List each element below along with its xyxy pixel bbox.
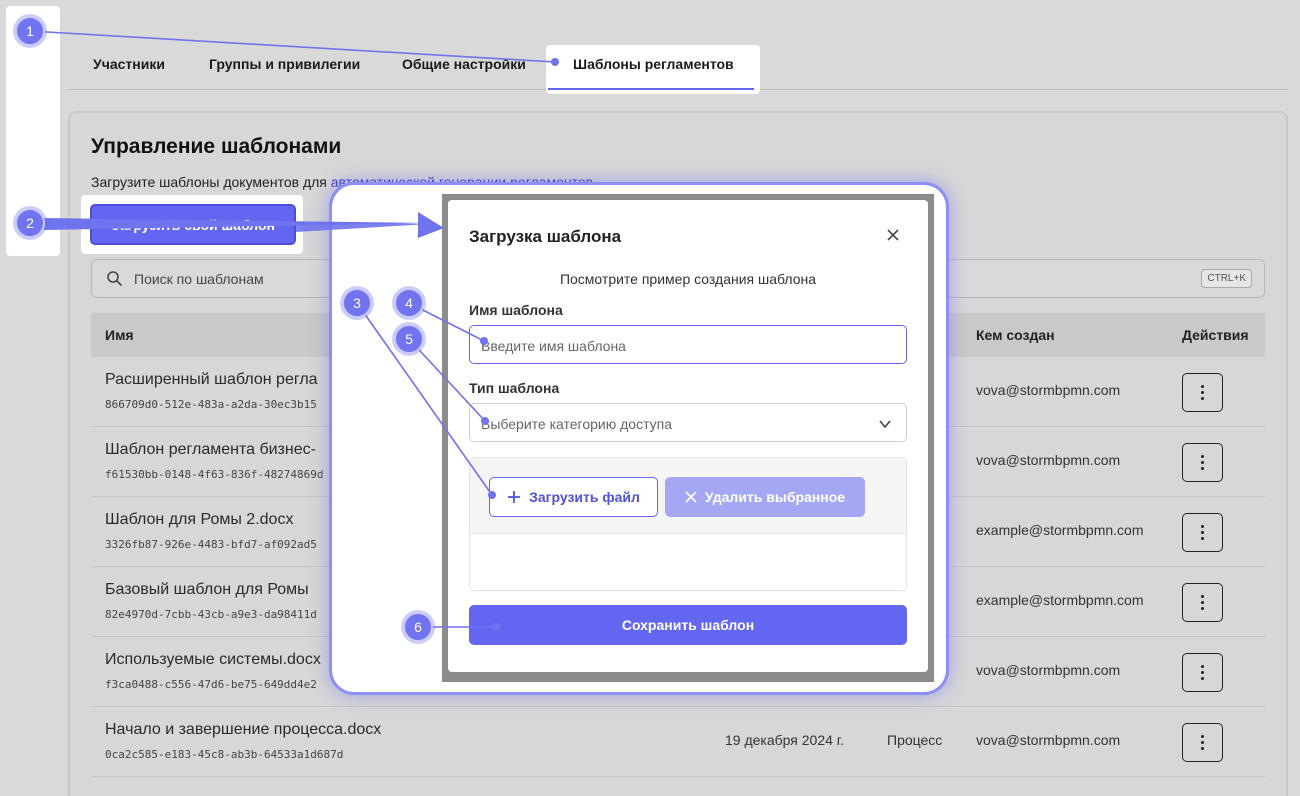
template-id: 0ca2c585-e183-45c8-ab3b-64533a1d687d xyxy=(105,748,344,761)
row-actions-button[interactable] xyxy=(1182,723,1223,762)
column-header-name[interactable]: Имя xyxy=(105,327,134,343)
column-header-author[interactable]: Кем создан xyxy=(976,327,1055,343)
template-author: vova@stormbpmn.com xyxy=(976,732,1121,748)
more-vertical-icon xyxy=(1201,595,1204,610)
search-icon xyxy=(107,271,122,286)
row-actions-button[interactable] xyxy=(1182,653,1223,692)
callout-marker: 5 xyxy=(394,324,424,354)
delete-selected-button[interactable]: Удалить выбранное xyxy=(665,477,865,517)
upload-template-button[interactable]: Загрузить свой шаблон xyxy=(90,204,296,245)
callout-marker: 4 xyxy=(394,288,424,318)
template-name: Расширенный шаблон регла xyxy=(105,371,318,388)
shortcut-badge: CTRL+K xyxy=(1201,269,1252,288)
template-name: Базовый шаблон для Ромы xyxy=(105,581,309,598)
row-actions-button[interactable] xyxy=(1182,443,1223,482)
chevron-down-icon xyxy=(879,420,891,429)
page-title: Управление шаблонами xyxy=(91,135,342,158)
callout-marker: 6 xyxy=(403,612,433,642)
callout-marker: 3 xyxy=(342,288,372,318)
template-id: 3326fb87-926e-4483-bfd7-af092ad5 xyxy=(105,538,317,551)
template-name-label: Имя шаблона xyxy=(469,302,563,318)
template-id: 866709d0-512e-483a-a2da-30ec3b15 xyxy=(105,398,317,411)
template-author: example@stormbpmn.com xyxy=(976,592,1144,608)
delete-selected-label: Удалить выбранное xyxy=(704,489,846,505)
template-name: Шаблон для Ромы 2.docx xyxy=(105,511,294,528)
template-name: Шаблон регламента бизнес- xyxy=(105,441,316,458)
close-icon[interactable] xyxy=(885,227,901,243)
template-author: vova@stormbpmn.com xyxy=(976,662,1121,678)
tab-participants[interactable]: Участники xyxy=(93,56,165,72)
column-header-actions: Действия xyxy=(1182,327,1249,343)
row-actions-button[interactable] xyxy=(1182,373,1223,412)
upload-file-button[interactable]: Загрузить файл xyxy=(489,477,658,517)
upload-toolbar: Загрузить файл Удалить выбранное xyxy=(470,458,906,534)
row-actions-button[interactable] xyxy=(1182,583,1223,622)
save-template-button[interactable]: Сохранить шаблон xyxy=(469,605,907,645)
template-id: 82e4970d-7cbb-43cb-a9e3-da98411d xyxy=(105,608,317,621)
template-author: vova@stormbpmn.com xyxy=(976,382,1121,398)
template-id: f3ca0488-c556-47d6-be75-649dd4e2 xyxy=(105,678,317,691)
template-id: f61530bb-0148-4f63-836f-48274869d xyxy=(105,468,324,481)
search-placeholder: Поиск по шаблонам xyxy=(134,271,264,287)
template-author: vova@stormbpmn.com xyxy=(976,452,1121,468)
example-link[interactable]: Посмотрите пример создания шаблона xyxy=(448,271,928,287)
upload-template-modal: Загрузка шаблона Посмотрите пример созда… xyxy=(448,200,928,672)
row-actions-button[interactable] xyxy=(1182,513,1223,552)
upload-file-label: Загрузить файл xyxy=(529,489,640,505)
file-upload-area: Загрузить файл Удалить выбранное xyxy=(469,457,907,591)
template-type-label: Тип шаблона xyxy=(469,380,560,396)
table-row[interactable]: Начало и завершение процесса.docx 0ca2c58… xyxy=(91,707,1265,777)
modal-title: Загрузка шаблона xyxy=(469,227,622,246)
tab-groups-privileges[interactable]: Группы и привилегии xyxy=(209,56,360,72)
callout-marker: 2 xyxy=(15,208,45,238)
template-name: Используемые системы.docx xyxy=(105,651,321,668)
subtitle-text: Загрузите шаблоны документов для xyxy=(91,174,331,190)
template-name: Начало и завершение процесса.docx xyxy=(105,721,382,738)
template-type: Процесс xyxy=(887,732,943,748)
more-vertical-icon xyxy=(1201,665,1204,680)
callout-marker: 1 xyxy=(15,16,45,46)
tab-active-indicator xyxy=(548,88,754,90)
plus-icon xyxy=(508,491,521,503)
template-author: example@stormbpmn.com xyxy=(976,522,1144,538)
tab-regulation-templates[interactable]: Шаблоны регламентов xyxy=(573,56,734,72)
more-vertical-icon xyxy=(1201,735,1204,750)
close-icon xyxy=(685,491,697,503)
template-type-placeholder: Выберите категорию доступа xyxy=(481,416,673,432)
template-type-select[interactable]: Выберите категорию доступа xyxy=(469,403,907,442)
more-vertical-icon xyxy=(1201,385,1204,400)
tab-general-settings[interactable]: Общие настройки xyxy=(402,56,526,72)
more-vertical-icon xyxy=(1201,525,1204,540)
more-vertical-icon xyxy=(1201,455,1204,470)
template-name-placeholder: Введите имя шаблона xyxy=(481,338,626,354)
template-date: 19 декабря 2024 г. xyxy=(725,732,845,748)
template-name-input[interactable]: Введите имя шаблона xyxy=(469,325,907,364)
